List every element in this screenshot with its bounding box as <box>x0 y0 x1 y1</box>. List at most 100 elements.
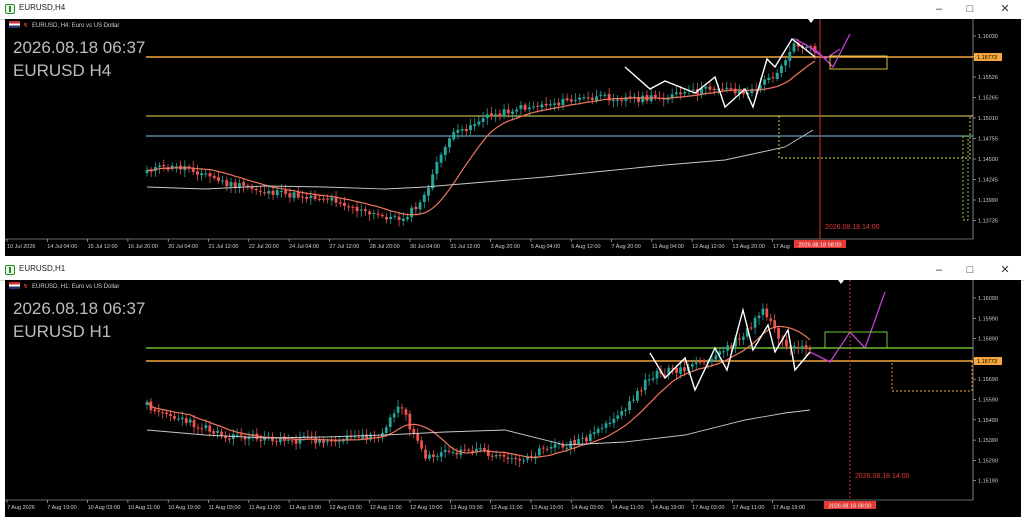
candle-body <box>502 454 506 457</box>
candle-body <box>636 391 639 401</box>
chart-canvas[interactable]: 1.160901.159901.158901.157901.156901.155… <box>5 280 1021 517</box>
candle-body <box>355 206 359 212</box>
x-tick-label: 17 Aug <box>773 244 790 250</box>
candle-body <box>271 437 274 442</box>
candle-body <box>288 193 292 198</box>
candle-body <box>767 77 771 81</box>
candle-body <box>494 114 498 116</box>
candle-body <box>540 104 544 108</box>
candle-body <box>259 439 263 441</box>
candle-body <box>765 308 769 318</box>
x-tick-label: 11 Aug 19:00 <box>289 505 321 511</box>
chart-window-h1[interactable]: EURUSD,H1 – □ ✕ 1.16090 1.15990 1.15890 1.1… <box>0 261 1024 519</box>
x-tick-label: 3 Aug 20:00 <box>491 244 520 250</box>
candle-body <box>464 128 468 132</box>
candle-body <box>195 171 199 175</box>
candle-body <box>683 91 687 94</box>
candle-body <box>698 361 702 363</box>
x-tick-label: 12 Aug 19:00 <box>410 505 442 511</box>
candle-body <box>784 60 788 66</box>
candle-body <box>290 440 294 442</box>
candle-body <box>313 195 317 200</box>
y-tick-label: 1.16090 <box>978 296 998 302</box>
x-tick-label: 14 Aug 11:00 <box>612 505 644 511</box>
candle-body <box>338 202 342 204</box>
close-button[interactable]: ✕ <box>990 261 1020 280</box>
candle-body <box>477 121 481 125</box>
trade-bolt-icon[interactable]: ↯ <box>23 283 28 290</box>
minimize-button[interactable]: – <box>924 0 954 19</box>
range-box <box>962 135 969 221</box>
candle-body <box>544 103 548 106</box>
candle-body <box>545 448 549 450</box>
x-tick-label: 7 Aug 2026 <box>7 505 35 511</box>
minimize-button[interactable]: – <box>924 261 954 280</box>
candle-body <box>536 105 540 107</box>
moving-average-fast <box>146 60 816 216</box>
candle-body <box>165 412 168 415</box>
candle-body <box>532 106 535 108</box>
candle-body <box>599 94 603 96</box>
candle-body <box>233 182 237 188</box>
candle-body <box>596 428 600 433</box>
candle-body <box>275 190 279 196</box>
candle-body <box>506 457 510 459</box>
chart-header: ↯ EURUSD, H1: Euro vs US Dollar <box>9 282 119 290</box>
maximize-button[interactable]: □ <box>955 0 985 19</box>
candle-body <box>235 434 239 436</box>
y-tick-label: 1.16030 <box>978 34 998 40</box>
candle-body <box>702 360 706 363</box>
candle-body <box>722 351 726 353</box>
chart-window-h4[interactable]: EURUSD,H4 – □ ✕ 1.160301.157731.155261.1… <box>0 0 1024 258</box>
candle-body <box>443 146 447 156</box>
candle-body <box>372 213 376 215</box>
candle-body <box>590 97 594 100</box>
x-tick-label: 12 Aug 12:00 <box>692 244 724 250</box>
chart-canvas[interactable]: 1.16030 1.15773 1.15526 1.15265 1.15010 1.147… <box>5 19 1021 256</box>
target-box <box>829 55 888 70</box>
candle-body <box>804 345 808 350</box>
candle-body <box>800 346 804 348</box>
overlay-symbol: EURUSD H4 <box>13 61 112 80</box>
candle-body <box>410 207 414 218</box>
candle-body <box>326 198 330 200</box>
title-bar[interactable]: EURUSD,H1 – □ ✕ <box>0 261 1024 281</box>
candle-body <box>161 412 165 414</box>
candle-body <box>174 166 178 168</box>
candle-body <box>439 154 443 163</box>
candle-body <box>452 132 456 140</box>
candle-body <box>612 418 616 424</box>
candle-body <box>690 364 694 367</box>
trade-bolt-icon[interactable]: ↯ <box>23 22 28 29</box>
candle-body <box>298 437 302 444</box>
candle-body <box>357 436 361 438</box>
current-time-label: 2026.08.18 08:00 <box>799 243 842 249</box>
candle-body <box>337 440 341 442</box>
candle-body <box>212 430 216 434</box>
y-tick-label: 1.15265 <box>978 96 998 102</box>
y-tick-label: 1.15190 <box>978 479 998 485</box>
candle-body <box>796 346 800 348</box>
candle-body <box>263 192 267 194</box>
overlay-datetime: 2026.08.18 06:37 <box>13 299 146 318</box>
window-title: EURUSD,H4 <box>19 3 66 12</box>
price-chart-h4[interactable]: 1.16030 1.15773 1.15526 1.15265 1.15010 1.147… <box>5 19 1021 256</box>
x-tick-label: 11 Aug 03:00 <box>209 505 241 511</box>
candle-body <box>714 355 718 360</box>
maximize-button[interactable]: □ <box>955 261 985 280</box>
candle-body <box>712 88 716 91</box>
candle-body <box>294 439 298 444</box>
candle-body <box>578 97 582 100</box>
candle-body <box>725 87 729 89</box>
time-vline-label: 2026.08.18 14:00 <box>855 473 910 480</box>
candle-body <box>518 458 522 461</box>
title-bar[interactable]: EURUSD,H4 – □ ✕ <box>0 0 1024 20</box>
x-tick-label: 28 Jul 20:00 <box>370 244 400 250</box>
price-chart-h1[interactable]: 1.160901.159901.158901.157901.156901.155… <box>5 280 1021 517</box>
candle-body <box>173 415 176 419</box>
close-button[interactable]: ✕ <box>990 0 1020 19</box>
candle-body <box>775 72 779 79</box>
candle-body <box>347 206 351 208</box>
candle-body <box>600 427 604 429</box>
window-title: EURUSD,H1 <box>19 264 66 273</box>
